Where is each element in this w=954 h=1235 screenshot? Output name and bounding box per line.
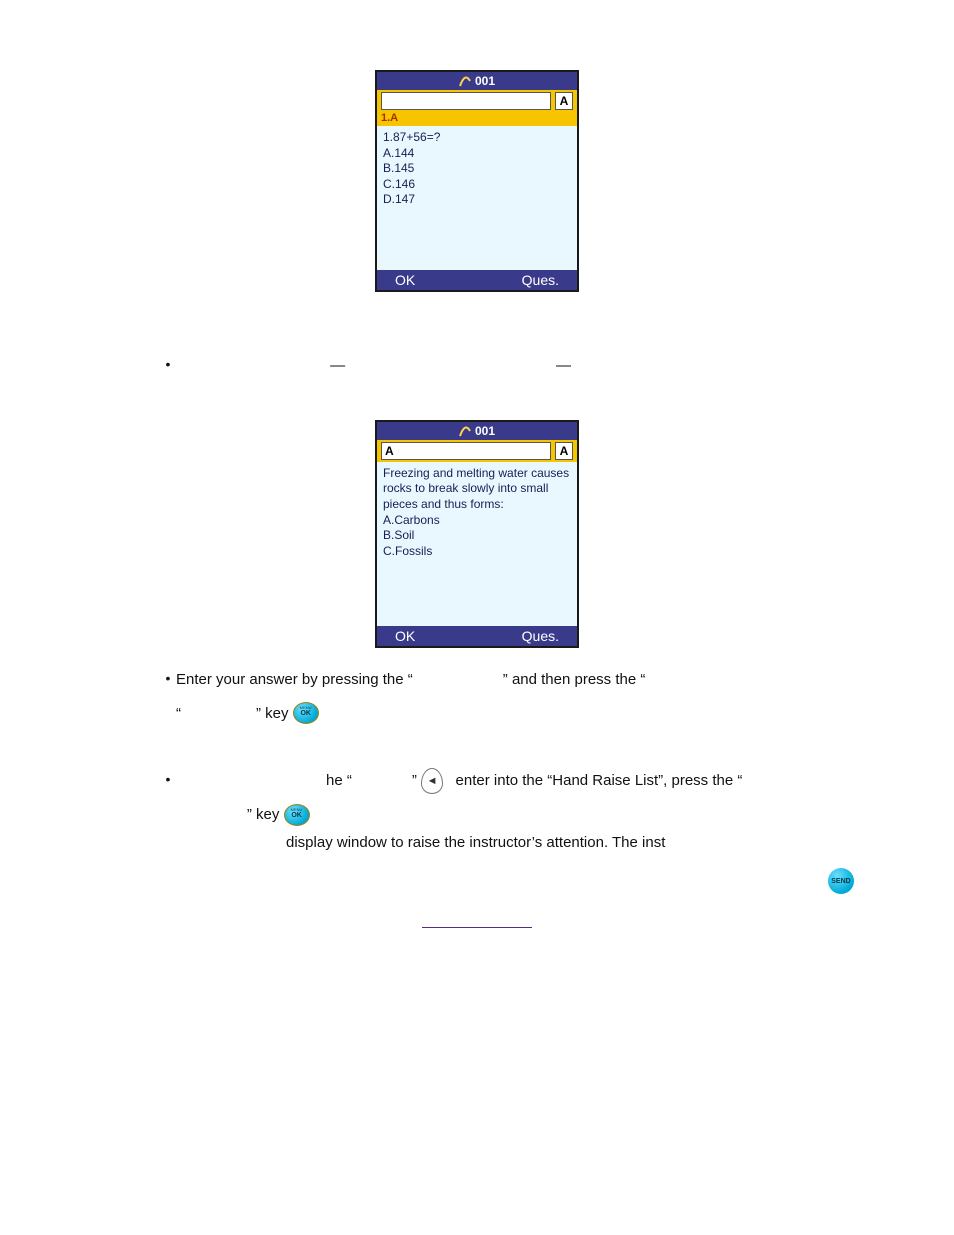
left-arrow-key-icon: ◄ <box>421 768 443 794</box>
bullet-2-line2: “ xxxxxxxxxx ” key <box>176 700 864 728</box>
softkey-left[interactable]: OK <box>395 628 415 644</box>
softkey-right[interactable]: Ques. <box>522 272 559 288</box>
menu-ok-key-icon <box>284 804 310 826</box>
signal-icon <box>459 425 471 437</box>
option-b: B.145 <box>383 161 571 177</box>
device-id: 001 <box>475 424 495 438</box>
device-header: 001 <box>377 72 577 90</box>
bullet-3: • xxxxxxxxxxxxxxxxxxxx he “ xxxxxxxx ” ◄… <box>160 767 864 856</box>
bullet-dot: • <box>160 352 176 378</box>
device-body: Freezing and melting water causes rocks … <box>377 462 577 626</box>
device-screenshot-1: 001 A 1.A 1.87+56=? A.144 B.145 C.146 D.… <box>375 70 579 292</box>
bullet-3-text-a: he “ <box>326 767 352 795</box>
device-input-bar: A <box>377 90 577 112</box>
bullet-dot: • <box>160 767 176 793</box>
option-c: C.Fossils <box>383 544 571 560</box>
option-a: A.144 <box>383 146 571 162</box>
bullet-2-text-a: Enter your answer by pressing the “ <box>176 666 413 694</box>
bullet-3-text-c: enter into the “Hand Raise List”, press … <box>456 767 743 795</box>
device-header: 001 <box>377 422 577 440</box>
input-mode-indicator: A <box>555 92 573 110</box>
bullet-3-line3: display window to raise the instructor’s… <box>176 829 864 857</box>
question-text: Freezing and melting water causes rocks … <box>383 466 571 513</box>
bullet-1: • xxxxxxxxxxxxxxxxxxxx — xxxxxxxxxxxxxxx… <box>160 352 864 380</box>
device-footer: OK Ques. <box>377 270 577 290</box>
softkey-right[interactable]: Ques. <box>522 628 559 644</box>
answer-input[interactable]: A <box>381 442 551 460</box>
option-b: B.Soil <box>383 528 571 544</box>
bullet-2-text-c: “ <box>176 700 181 728</box>
bullet-2-text-d: ” key <box>256 700 289 728</box>
bullet-2-text-b: ” and then press the “ <box>503 666 646 694</box>
bullet-dot: • <box>160 666 176 692</box>
menu-ok-key-icon <box>293 702 319 724</box>
dash-1: — <box>330 357 345 374</box>
device-body: 1.87+56=? A.144 B.145 C.146 D.147 <box>377 126 577 270</box>
send-key-icon: SEND <box>828 868 854 894</box>
softkey-left[interactable]: OK <box>395 272 415 288</box>
page-divider-underline <box>422 927 532 928</box>
option-c: C.146 <box>383 177 571 193</box>
bullet-2-text: Enter your answer by pressing the “ xxxx… <box>176 666 864 694</box>
device-input-bar: A A <box>377 440 577 462</box>
option-a: A.Carbons <box>383 513 571 529</box>
bullet-3-text-e: display window to raise the instructor’s… <box>286 834 665 851</box>
bullet-3-line2: press the “ ” key <box>176 801 864 829</box>
bullet-3-text: xxxxxxxxxxxxxxxxxxxx he “ xxxxxxxx ” ◄ e… <box>176 767 864 795</box>
answer-input[interactable] <box>381 92 551 110</box>
option-d: D.147 <box>383 192 571 208</box>
input-mode-indicator: A <box>555 442 573 460</box>
question-text: 1.87+56=? <box>383 130 571 146</box>
bullet-1-text: xxxxxxxxxxxxxxxxxxxx — xxxxxxxxxxxxxxxxx… <box>176 352 864 380</box>
device-screenshot-2: 001 A A Freezing and melting water cause… <box>375 420 579 648</box>
dash-2: — <box>556 357 571 374</box>
document-page: 001 A 1.A 1.87+56=? A.144 B.145 C.146 D.… <box>0 0 954 1235</box>
bullet-2: • Enter your answer by pressing the “ xx… <box>160 666 864 728</box>
bullet-3-text-d: ” key <box>247 801 280 829</box>
device-subline: 1.A <box>377 112 577 126</box>
signal-icon <box>459 75 471 87</box>
device-footer: OK Ques. <box>377 626 577 646</box>
device-id: 001 <box>475 74 495 88</box>
